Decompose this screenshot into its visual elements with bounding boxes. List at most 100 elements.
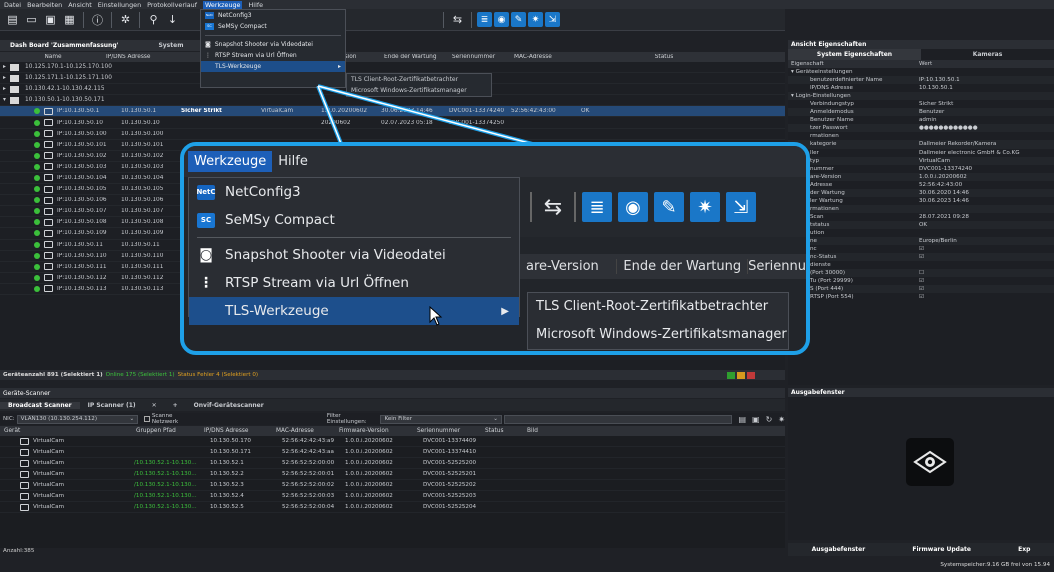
scanner-row[interactable]: VirtualCam/10.130.52.1-10.130... 10.130.5… <box>0 491 785 502</box>
add-tab-button[interactable]: + <box>165 402 186 409</box>
property-row[interactable]: benutzerdefinierter Name IP:10.130.50.1 <box>788 76 1054 85</box>
filter-select[interactable]: Kein Filter ⌄ <box>380 414 502 424</box>
zoom-item-netconfig[interactable]: NetC NetConfig3 <box>189 178 519 206</box>
tab-firmware-update[interactable]: Firmware Update <box>912 546 971 553</box>
property-row[interactable]: rmationen <box>788 132 1054 140</box>
col-scan-status[interactable]: Status <box>485 428 527 434</box>
scanner-row[interactable]: VirtualCam 10.130.50.171 52:56:42:42:43:aa… <box>0 447 785 458</box>
zoom-item-snapshot[interactable]: ◙ Snapshot Shooter via Videodatei <box>189 241 519 269</box>
col-group-path[interactable]: Gruppen Pfad <box>136 428 204 434</box>
zoom-menu-werkzeuge[interactable]: Werkzeuge <box>188 151 273 172</box>
eye-icon[interactable]: ◉ <box>494 12 509 27</box>
tools-icon[interactable]: ✷ <box>778 415 785 424</box>
property-row[interactable]: RTSP (Port 554) ☑ <box>788 293 1054 301</box>
tls-icon[interactable]: ⇆ <box>538 195 568 220</box>
info-icon[interactable]: ⓘ <box>89 11 106 28</box>
menu-bearbeiten[interactable]: Bearbeiten <box>27 1 62 9</box>
property-row[interactable]: tzer Passwort ●●●●●●●●●●●● <box>788 124 1054 133</box>
property-row[interactable]: Adresse 52:56:42:43:00 <box>788 181 1054 189</box>
close-tab-icon[interactable]: ✕ <box>144 402 165 409</box>
settings-icon[interactable]: ✲ <box>117 11 134 28</box>
expand-arrow-icon[interactable]: ▸ <box>0 75 10 81</box>
col-ip[interactable]: IP/DNS Adresse <box>106 54 184 60</box>
tab-system-properties[interactable]: System Eigenschaften <box>788 49 921 60</box>
property-row[interactable]: tstatus OK <box>788 220 1054 229</box>
expand-arrow-icon[interactable]: ▸ <box>0 64 10 70</box>
menu-werkzeuge[interactable]: Werkzeuge <box>202 0 243 9</box>
log-icon[interactable]: ≣ <box>582 192 612 222</box>
log-icon[interactable]: ≣ <box>477 12 492 27</box>
sort-icon[interactable]: ↓ <box>164 11 181 28</box>
zoom-submenu-tls-viewer[interactable]: TLS Client-Root-Zertifikatbetrachter <box>528 293 788 321</box>
menu-item-rtsp[interactable]: ⋮ RTSP Stream via Url Öffnen <box>201 50 345 61</box>
property-row[interactable]: Tu (Port 29999) ☑ <box>788 277 1054 285</box>
property-row[interactable]: kategorie Dallmeier Rekorder/Kamera <box>788 140 1054 149</box>
tab-output[interactable]: Ausgabefenster <box>812 546 866 553</box>
zoom-item-semsy[interactable]: SC SeMSy Compact <box>189 206 519 234</box>
tab-broadcast-scanner[interactable]: Broadcast Scanner <box>0 401 80 409</box>
tab-exp[interactable]: Exp <box>1018 546 1030 553</box>
menu-datei[interactable]: Datei <box>4 1 21 9</box>
zoom-item-rtsp[interactable]: ⋮ RTSP Stream via Url Öffnen <box>189 269 519 297</box>
gear-icon[interactable]: ✷ <box>528 12 543 27</box>
scanner-row[interactable]: VirtualCam/10.130.52.1-10.130... 10.130.5… <box>0 480 785 491</box>
menu-einstellungen[interactable]: Einstellungen <box>98 1 141 9</box>
scanner-row[interactable]: VirtualCam 10.130.50.170 52:56:42:42:43:a9… <box>0 436 785 447</box>
export-list-icon[interactable]: ▤ <box>738 415 746 424</box>
property-row[interactable]: are-Version 1.0.0.i.20200602 <box>788 172 1054 181</box>
edit-icon[interactable]: ✎ <box>511 12 526 27</box>
refresh-icon[interactable]: ↻ <box>766 415 773 424</box>
property-row[interactable]: ne Europe/Berlin <box>788 237 1054 246</box>
save-icon[interactable]: ▣ <box>42 11 59 28</box>
open-icon[interactable]: ▤ <box>4 11 21 28</box>
col-mac-address[interactable]: MAC-Adresse <box>276 428 339 434</box>
nic-select[interactable]: VLAN130 (10.130.254.112) ⌄ <box>16 414 139 424</box>
property-row[interactable]: der Wartung 30.06.2020 14:46 <box>788 188 1054 197</box>
col-firmware[interactable]: Firmware-Version <box>339 428 417 434</box>
property-row[interactable]: IP/DNS Adresse 10.130.50.1 <box>788 84 1054 92</box>
folder-icon[interactable]: ▭ <box>23 11 40 28</box>
col-status[interactable]: Status <box>614 54 714 60</box>
export-icon[interactable]: ⇲ <box>726 192 756 222</box>
col-end[interactable]: Ende der Wartung <box>384 54 452 60</box>
scanner-row[interactable]: VirtualCam/10.130.52.1-10.130... 10.130.5… <box>0 469 785 480</box>
orange-indicator-icon[interactable] <box>737 371 745 379</box>
tls-icon[interactable]: ⇆ <box>449 11 466 28</box>
property-row[interactable]: ller Dallmeier electronic GmbH & Co.KG <box>788 149 1054 157</box>
col-name[interactable]: Name <box>0 54 106 60</box>
zoom-submenu-windows-certmgr[interactable]: Microsoft Windows-Zertifikatsmanager <box>528 321 788 349</box>
red-indicator-icon[interactable] <box>747 371 755 379</box>
export-icon[interactable]: ⇲ <box>545 12 560 27</box>
property-row[interactable]: nc-Status ☑ <box>788 253 1054 262</box>
property-row[interactable]: Verbindungstyp Sicher Strikt <box>788 100 1054 108</box>
search-icon[interactable]: ⚲ <box>145 11 162 28</box>
property-row[interactable]: ution <box>788 229 1054 237</box>
menu-item-netconfig[interactable]: NetC NetConfig3 <box>201 10 345 21</box>
property-row[interactable]: typ VirtualCam <box>788 156 1054 165</box>
menu-hilfe[interactable]: Hilfe <box>248 1 263 9</box>
tab-ip-scanner[interactable]: IP Scanner (1) <box>80 402 144 409</box>
property-row[interactable]: S (Port 444) ☑ <box>788 285 1054 294</box>
edit-icon[interactable]: ✎ <box>654 192 684 222</box>
col-serial[interactable]: Seriennummer <box>452 54 514 60</box>
zoom-item-tls[interactable]: TLS-Werkzeuge ▶ <box>189 297 519 325</box>
expand-arrow-icon[interactable]: ▸ <box>0 86 10 92</box>
menu-item-tls[interactable]: TLS-Werkzeuge ▸ <box>201 61 345 72</box>
filter-search-input[interactable] <box>503 414 733 424</box>
zoom-menu-hilfe[interactable]: Hilfe <box>278 154 308 169</box>
col-image[interactable]: Bild <box>527 428 567 434</box>
gear-icon[interactable]: ✷ <box>690 192 720 222</box>
property-row[interactable]: nc ☑ <box>788 245 1054 253</box>
system-tab[interactable]: System <box>148 42 193 49</box>
menu-ansicht[interactable]: Ansicht <box>68 1 92 9</box>
col-serialnumber[interactable]: Seriennummer <box>417 428 485 434</box>
save-as-icon[interactable]: ▦ <box>61 11 78 28</box>
scanner-row[interactable]: VirtualCam/10.130.52.1-10.130... 10.130.5… <box>0 458 785 469</box>
tab-cameras[interactable]: Kameras <box>921 49 1054 60</box>
menu-protokollverlauf[interactable]: Protokollverlauf <box>147 1 197 9</box>
expand-arrow-icon[interactable]: ▾ <box>0 97 10 103</box>
col-device[interactable]: Gerät <box>4 428 136 434</box>
screen-icon[interactable]: ▣ <box>752 415 760 424</box>
property-row[interactable]: dienste <box>788 261 1054 269</box>
property-row[interactable]: ▾ Login-Einstellungen <box>788 92 1054 101</box>
